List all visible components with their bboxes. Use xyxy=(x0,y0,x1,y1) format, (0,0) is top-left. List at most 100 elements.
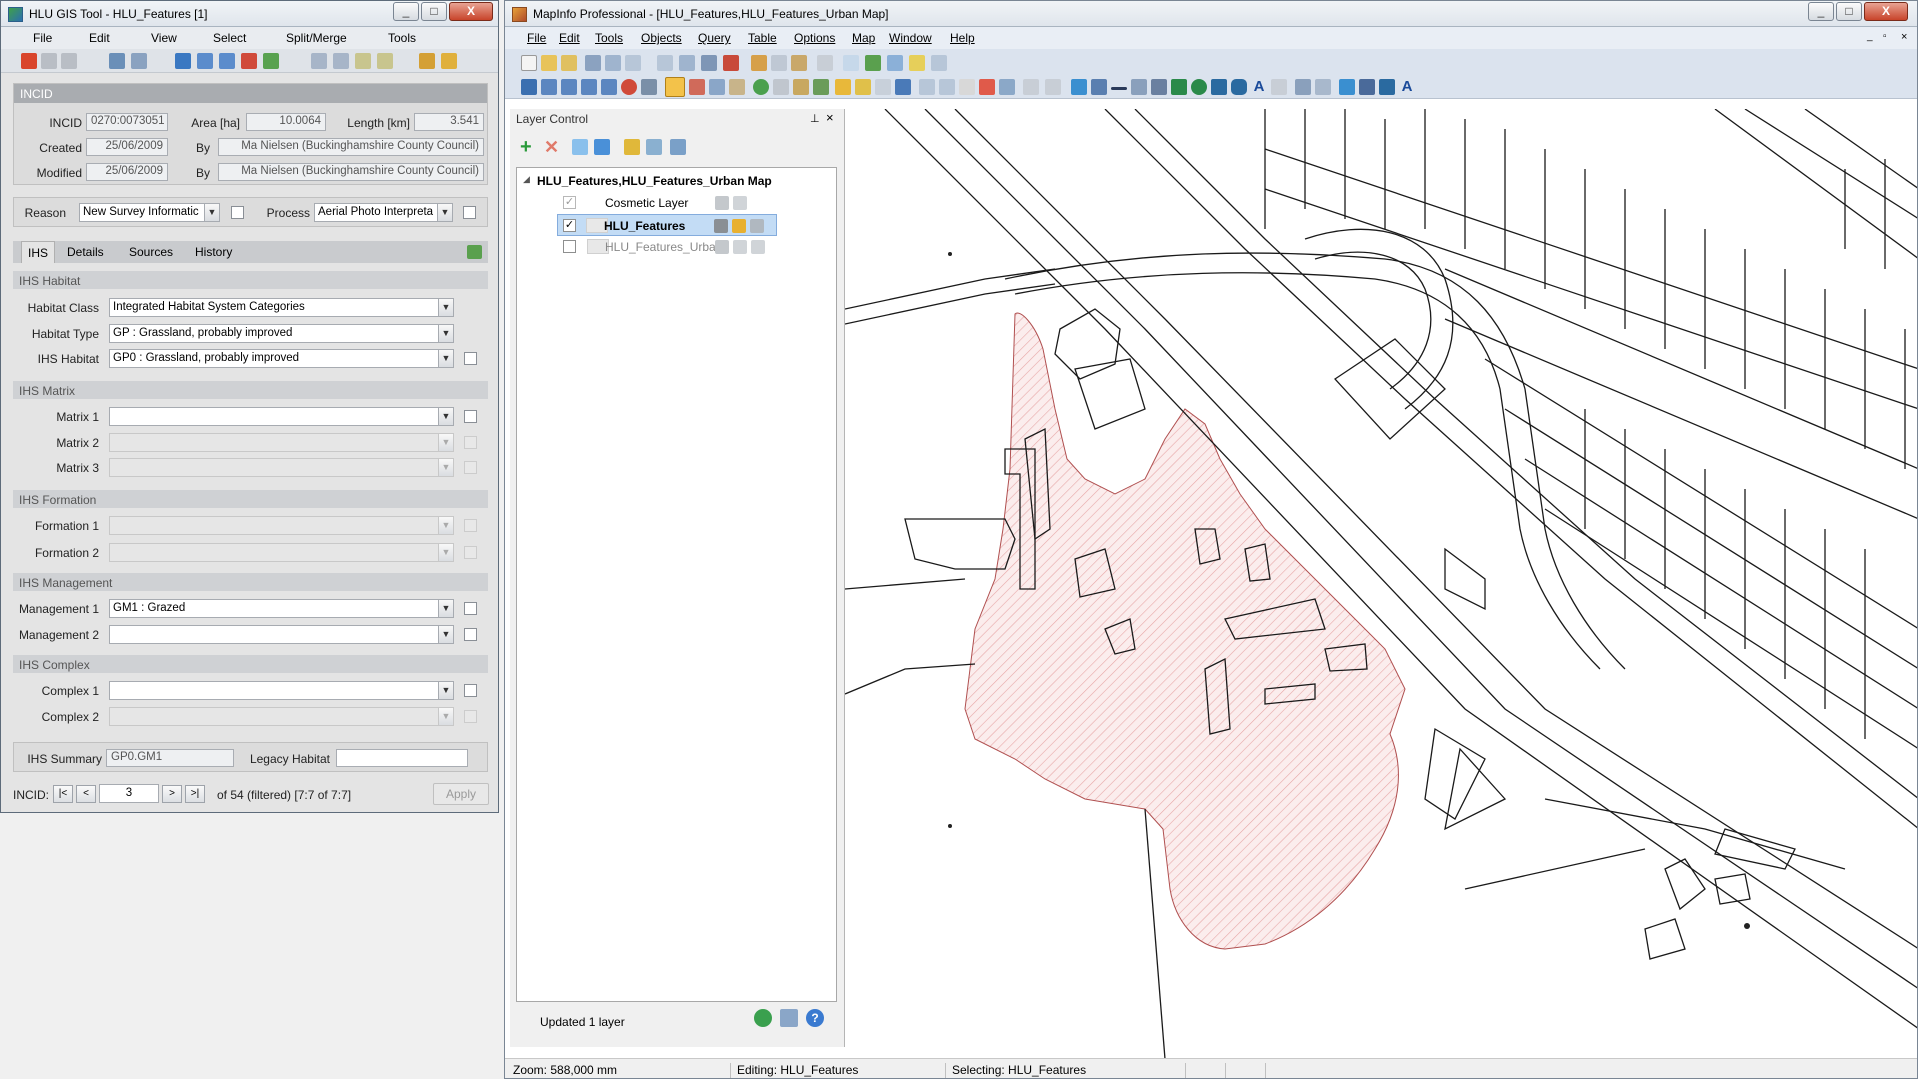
habitat-class-select[interactable]: Integrated Habitat System Categories xyxy=(109,298,449,317)
mi-menu-query[interactable]: Query xyxy=(698,31,731,45)
reason-checkbox[interactable] xyxy=(231,206,244,219)
mi-menu-window[interactable]: Window xyxy=(889,31,932,45)
bulk-update-icon[interactable] xyxy=(441,53,457,69)
new-redistrict-icon[interactable] xyxy=(931,55,947,71)
layer-properties-icon[interactable] xyxy=(624,139,640,155)
menu-split-merge[interactable]: Split/Merge xyxy=(286,31,347,45)
polygon-icon[interactable] xyxy=(1171,79,1187,95)
split-line-icon[interactable] xyxy=(1359,79,1375,95)
physical-split-icon[interactable] xyxy=(377,53,393,69)
zoom-out-icon[interactable] xyxy=(689,79,705,95)
physical-merge-icon[interactable] xyxy=(355,53,371,69)
select-map-icon[interactable] xyxy=(263,53,279,69)
management-1-select[interactable]: GM1 : Grazed xyxy=(109,599,449,618)
merge-icon[interactable] xyxy=(333,53,349,69)
show-cursor-icon[interactable] xyxy=(1023,79,1039,95)
grid-icon[interactable] xyxy=(219,53,235,69)
previous-record-button[interactable]: < xyxy=(76,785,96,803)
cosmetic-layer-checkbox[interactable]: ✓ xyxy=(563,196,576,209)
mi-menu-help[interactable]: Help xyxy=(950,31,975,45)
layer-row-cosmetic[interactable]: ✓ Cosmetic Layer xyxy=(517,192,836,214)
move-layer-up-icon[interactable] xyxy=(572,139,588,155)
new-mapper-icon[interactable] xyxy=(865,55,881,71)
new-icon[interactable] xyxy=(521,55,537,71)
find-icon[interactable] xyxy=(657,55,673,71)
mi-menu-map[interactable]: Map xyxy=(852,31,875,45)
tab-history[interactable]: History xyxy=(195,245,232,259)
mdi-restore-icon[interactable]: ▫ xyxy=(1883,31,1887,42)
new-grapher-icon[interactable] xyxy=(887,55,903,71)
paste-icon[interactable] xyxy=(791,55,807,71)
menu-file[interactable]: File xyxy=(33,31,52,45)
ihs-habitat-dropdown-icon[interactable]: ▼ xyxy=(438,349,454,368)
mi-menu-edit[interactable]: Edit xyxy=(559,31,580,45)
reshape-node-icon[interactable] xyxy=(1295,79,1311,95)
zoom-in-icon[interactable] xyxy=(665,77,685,97)
tab-sources[interactable]: Sources xyxy=(129,245,173,259)
hlu-features-urban-checkbox[interactable] xyxy=(563,240,576,253)
undo-icon[interactable] xyxy=(41,53,57,69)
layer-options-icon[interactable] xyxy=(670,139,686,155)
undo-mi-icon[interactable] xyxy=(817,55,833,71)
ellipse-icon[interactable] xyxy=(1191,79,1207,95)
mi-menu-table[interactable]: Table xyxy=(748,31,777,45)
mapinfo-close-button[interactable]: X xyxy=(1864,2,1908,21)
minimize-button[interactable]: _ xyxy=(393,2,419,21)
menu-select[interactable]: Select xyxy=(213,31,246,45)
complex-1-dropdown-icon[interactable]: ▼ xyxy=(438,681,454,700)
frame-icon[interactable] xyxy=(1271,79,1287,95)
hotlink-icon[interactable] xyxy=(773,79,789,95)
open-icon[interactable] xyxy=(541,55,557,71)
management-1-dropdown-icon[interactable]: ▼ xyxy=(438,599,454,618)
ihs-habitat-select[interactable]: GP0 : Grassland, probably improved xyxy=(109,349,449,368)
hlu-features-labels-icon[interactable] xyxy=(750,219,764,233)
marquee-select-icon[interactable] xyxy=(541,79,557,95)
open-workspace-icon[interactable] xyxy=(561,55,577,71)
first-record-button[interactable]: |< xyxy=(53,785,73,803)
export-pdf-icon[interactable] xyxy=(723,55,739,71)
remove-layer-icon[interactable]: ✕ xyxy=(544,138,560,156)
layer-window-icon[interactable] xyxy=(780,1009,798,1027)
stop-icon[interactable] xyxy=(21,53,37,69)
apply-layers-icon[interactable] xyxy=(754,1009,772,1027)
polygon-select-icon[interactable] xyxy=(581,79,597,95)
next-record-button[interactable]: > xyxy=(162,785,182,803)
radius-select-icon[interactable] xyxy=(561,79,577,95)
area-split-icon[interactable] xyxy=(1379,79,1395,95)
close-table-icon[interactable] xyxy=(625,55,641,71)
mi-menu-tools[interactable]: Tools xyxy=(595,31,623,45)
add-layer-icon[interactable]: + xyxy=(520,137,536,157)
reason-dropdown-icon[interactable]: ▼ xyxy=(204,203,220,222)
set-target-icon[interactable] xyxy=(939,79,955,95)
urban-editable-icon[interactable] xyxy=(715,240,729,254)
info-tool-icon[interactable] xyxy=(753,79,769,95)
options-icon[interactable] xyxy=(419,53,435,69)
pin-icon[interactable]: ⊥ xyxy=(810,112,820,125)
map-canvas[interactable] xyxy=(845,109,1918,1058)
invert-selection-icon[interactable] xyxy=(641,79,657,95)
grabber-icon[interactable] xyxy=(729,79,745,95)
mdi-close-icon[interactable]: × xyxy=(1901,31,1907,43)
menu-tools[interactable]: Tools xyxy=(388,31,416,45)
hlu-title-bar[interactable]: HLU GIS Tool - HLU_Features [1] _ □ X xyxy=(1,1,498,27)
mi-menu-objects[interactable]: Objects xyxy=(641,31,682,45)
copy-icon[interactable] xyxy=(771,55,787,71)
legacy-habitat-field[interactable] xyxy=(336,749,468,767)
process-select[interactable]: Aerial Photo Interpreta xyxy=(314,203,442,222)
statistics-icon[interactable] xyxy=(895,79,911,95)
label-tool-icon[interactable]: A xyxy=(1399,79,1415,95)
window-icon[interactable] xyxy=(109,53,125,69)
mi-menu-options[interactable]: Options xyxy=(794,31,835,45)
save-workspace-icon[interactable] xyxy=(605,55,621,71)
save-icon[interactable] xyxy=(61,53,77,69)
drag-map-icon[interactable] xyxy=(813,79,829,95)
complex-1-select[interactable] xyxy=(109,681,449,700)
print-icon[interactable] xyxy=(701,55,717,71)
layer-control-close-icon[interactable]: × xyxy=(826,110,834,125)
tab-details[interactable]: Details xyxy=(67,245,104,259)
hlu-features-editable-icon[interactable] xyxy=(714,219,728,233)
mapinfo-title-bar[interactable]: MapInfo Professional - [HLU_Features,HLU… xyxy=(505,1,1917,27)
arc-icon[interactable] xyxy=(1151,79,1167,95)
management-2-checkbox[interactable] xyxy=(464,628,477,641)
apply-button[interactable]: Apply xyxy=(433,783,489,805)
